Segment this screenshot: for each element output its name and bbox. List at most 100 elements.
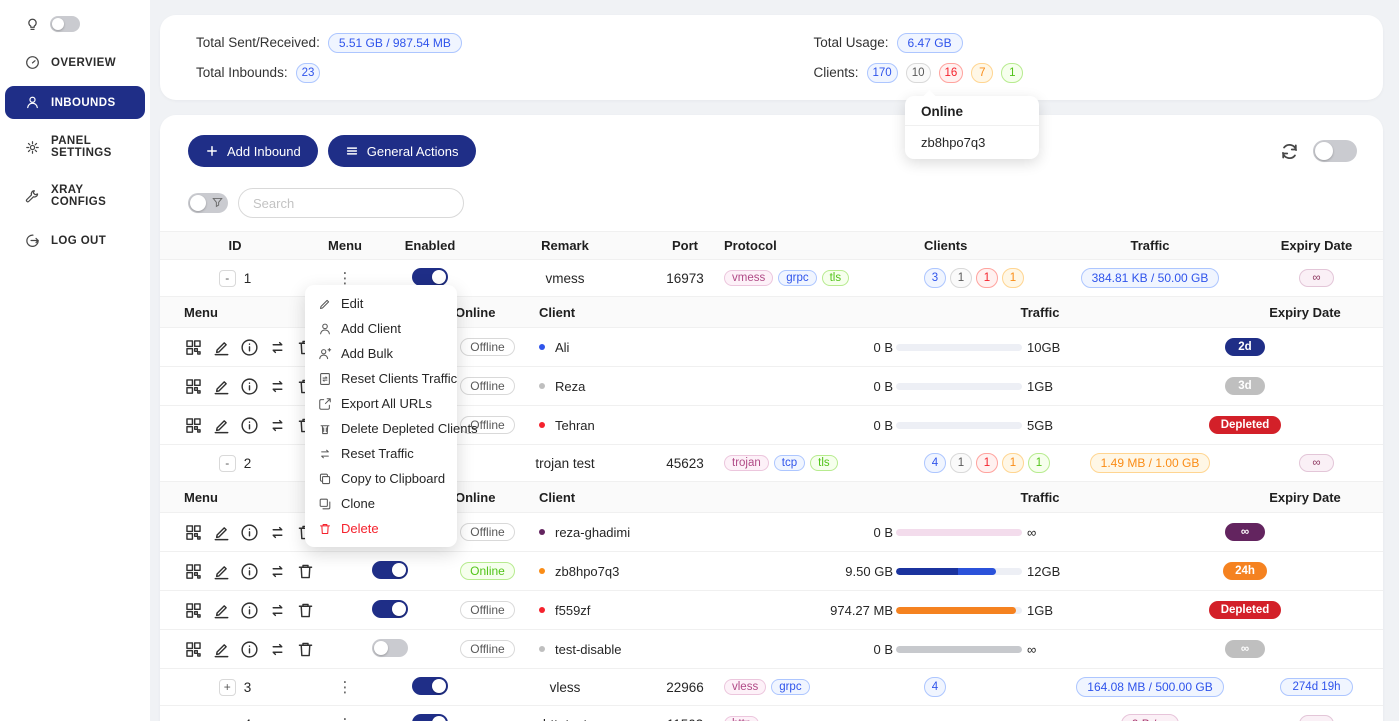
general-actions-button[interactable]: General Actions	[328, 135, 476, 167]
delete-icon[interactable]	[296, 562, 315, 581]
edit-icon[interactable]	[212, 640, 231, 659]
edit-icon[interactable]	[212, 562, 231, 581]
qr-code-icon[interactable]	[184, 562, 203, 581]
funnel-icon	[211, 196, 224, 209]
menu-item-reset-traffic[interactable]: Reset Traffic	[305, 441, 457, 466]
edit-icon[interactable]	[212, 416, 231, 435]
info-icon[interactable]	[240, 640, 259, 659]
expiry-badge: 3d	[1225, 377, 1265, 395]
expand-row-button[interactable]: +	[219, 679, 236, 696]
export-icon	[318, 397, 332, 411]
info-icon[interactable]	[240, 562, 259, 581]
clone-icon	[318, 497, 332, 511]
search-input[interactable]	[238, 188, 464, 218]
qr-code-icon[interactable]	[184, 601, 203, 620]
client-count-badge: 1	[1002, 268, 1024, 288]
swap-arrows-icon	[318, 447, 332, 461]
edit-icon[interactable]	[212, 523, 231, 542]
client-name: Reza	[555, 379, 585, 394]
clients-count-expiring[interactable]: 7	[971, 63, 993, 83]
reset-traffic-icon[interactable]	[268, 338, 287, 357]
sub-header-expiry: Expiry Date	[1205, 490, 1383, 505]
reset-traffic-icon[interactable]	[268, 601, 287, 620]
enabled-toggle[interactable]	[412, 268, 448, 286]
client-row-test-disable: Offline test-disable 0 B ∞ ∞	[160, 630, 1383, 669]
info-icon[interactable]	[240, 416, 259, 435]
menu-item-delete-depleted-clients[interactable]: Delete Depleted Clients	[305, 416, 457, 441]
refresh-icon[interactable]	[1280, 142, 1299, 161]
theme-toggle[interactable]	[50, 16, 80, 32]
row-menu-trigger[interactable]: ⋮	[338, 679, 353, 696]
add-inbound-button[interactable]: Add Inbound	[188, 135, 318, 167]
qr-code-icon[interactable]	[184, 640, 203, 659]
info-icon[interactable]	[240, 377, 259, 396]
row-menu-trigger[interactable]: ⋮	[338, 716, 353, 721]
edit-icon[interactable]	[212, 338, 231, 357]
filter-toggle[interactable]	[188, 193, 228, 213]
clients-count-total[interactable]: 170	[867, 63, 898, 83]
protocol-tag: grpc	[771, 679, 809, 695]
qr-code-icon[interactable]	[184, 416, 203, 435]
expiry-badge: Depleted	[1209, 601, 1282, 619]
client-count-badge: 1	[950, 268, 972, 288]
user-group-icon	[318, 347, 332, 361]
delete-icon[interactable]	[296, 601, 315, 620]
qr-code-icon[interactable]	[184, 377, 203, 396]
traffic-used: 0 B	[745, 525, 893, 540]
collapse-row-button[interactable]: -	[219, 455, 236, 472]
inbound-id: 2	[244, 456, 252, 471]
edit-icon[interactable]	[212, 377, 231, 396]
inbound-row-3: + 3 ⋮ vless 22966 vless grpc 4 164.08 MB…	[160, 669, 1383, 706]
clients-count-depleted[interactable]: 16	[939, 63, 964, 83]
collapse-row-button[interactable]: -	[219, 270, 236, 287]
clients-count-gray[interactable]: 10	[906, 63, 931, 83]
info-icon[interactable]	[240, 523, 259, 542]
clients-label: Clients:	[814, 65, 859, 80]
reset-traffic-icon[interactable]	[268, 416, 287, 435]
edit-icon[interactable]	[212, 601, 231, 620]
reset-traffic-icon[interactable]	[268, 523, 287, 542]
reset-traffic-icon[interactable]	[268, 377, 287, 396]
info-icon[interactable]	[240, 601, 259, 620]
enabled-toggle[interactable]	[412, 714, 448, 721]
total-inbounds-value: 23	[296, 63, 321, 83]
qr-code-icon[interactable]	[184, 523, 203, 542]
total-usage-value: 6.47 GB	[897, 33, 963, 53]
reset-traffic-icon[interactable]	[268, 640, 287, 659]
client-enabled-toggle[interactable]	[372, 600, 408, 618]
traffic-limit: ∞	[1027, 525, 1036, 540]
protocol-tag: tls	[822, 270, 850, 286]
delete-icon[interactable]	[296, 640, 315, 659]
menu-item-edit[interactable]: Edit	[305, 291, 457, 316]
menu-item-add-bulk[interactable]: Add Bulk	[305, 341, 457, 366]
menu-item-export-all-urls[interactable]: Export All URLs	[305, 391, 457, 416]
sidebar-item-log-out[interactable]: LOG OUT	[5, 224, 145, 257]
menu-item-add-client[interactable]: Add Client	[305, 316, 457, 341]
menu-item-copy-to-clipboard[interactable]: Copy to Clipboard	[305, 466, 457, 491]
menu-item-delete[interactable]: Delete	[305, 516, 457, 541]
traffic-limit: 5GB	[1027, 418, 1053, 433]
menu-item-clone[interactable]: Clone	[305, 491, 457, 516]
info-icon[interactable]	[240, 338, 259, 357]
sidebar-item-overview[interactable]: OVERVIEW	[5, 46, 145, 79]
clients-count-online[interactable]: 1	[1001, 63, 1023, 83]
status-badge: Online	[460, 562, 515, 580]
menu-item-reset-clients-traffic[interactable]: Reset Clients Traffic	[305, 366, 457, 391]
protocol-tag: grpc	[778, 270, 816, 286]
client-enabled-toggle[interactable]	[372, 561, 408, 579]
header-id: ID	[160, 238, 310, 253]
qr-code-icon[interactable]	[184, 338, 203, 357]
sidebar-item-inbounds[interactable]: INBOUNDS	[5, 86, 145, 119]
sidebar-item-xray-configs[interactable]: XRAY CONFIGS	[5, 175, 145, 217]
header-protocol: Protocol	[720, 238, 910, 253]
inbound-remark: vless	[480, 680, 650, 695]
client-name: zb8hpo7q3	[555, 564, 619, 579]
enabled-toggle[interactable]	[412, 677, 448, 695]
client-dot	[539, 568, 545, 574]
sidebar-item-panel-settings[interactable]: PANEL SETTINGS	[5, 126, 145, 168]
reset-traffic-icon[interactable]	[268, 562, 287, 581]
status-badge: Offline	[460, 601, 514, 619]
auto-refresh-toggle[interactable]	[1313, 140, 1357, 162]
protocol-tag: http	[724, 716, 759, 721]
client-enabled-toggle[interactable]	[372, 639, 408, 657]
